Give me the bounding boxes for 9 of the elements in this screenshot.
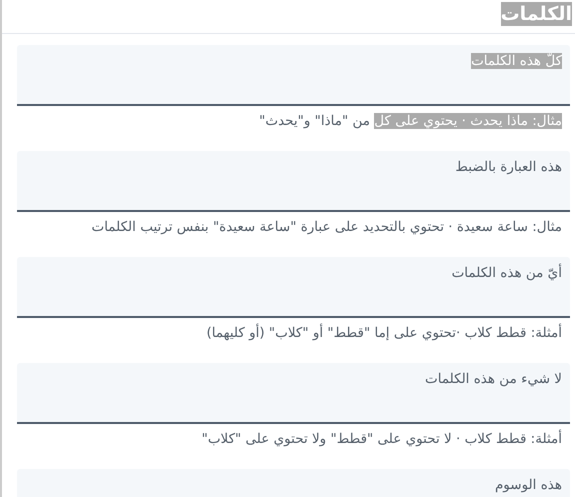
section-title: الكلمات (500, 2, 572, 26)
example-text: أمثلة: قطط كلاب ·تحتوي على إما "قطط" أو "كلاب" (أو كليهما) (205, 322, 563, 343)
example-text: مثال: ماذا يحدث · يحتوي على كل من "ماذا" و"يحدث" (258, 112, 563, 131)
text-field[interactable]: هذه الوسوم (17, 469, 570, 497)
example-text: أمثلة: قطط كلاب · لا تحتوي على "قطط" ولا تحتوي على "كلاب" (200, 428, 563, 449)
text-field[interactable]: هذه العبارة بالضبط (17, 151, 570, 212)
text-field[interactable]: لا شيء من هذه الكلمات (17, 363, 570, 424)
example-text: مثال: ساعة سعيدة · تحتوي بالتحديد على عبارة "ساعة سعيدة" بنفس ترتيب الكلمات (90, 218, 563, 237)
text-field[interactable]: أيّ من هذه الكلمات (17, 257, 570, 318)
